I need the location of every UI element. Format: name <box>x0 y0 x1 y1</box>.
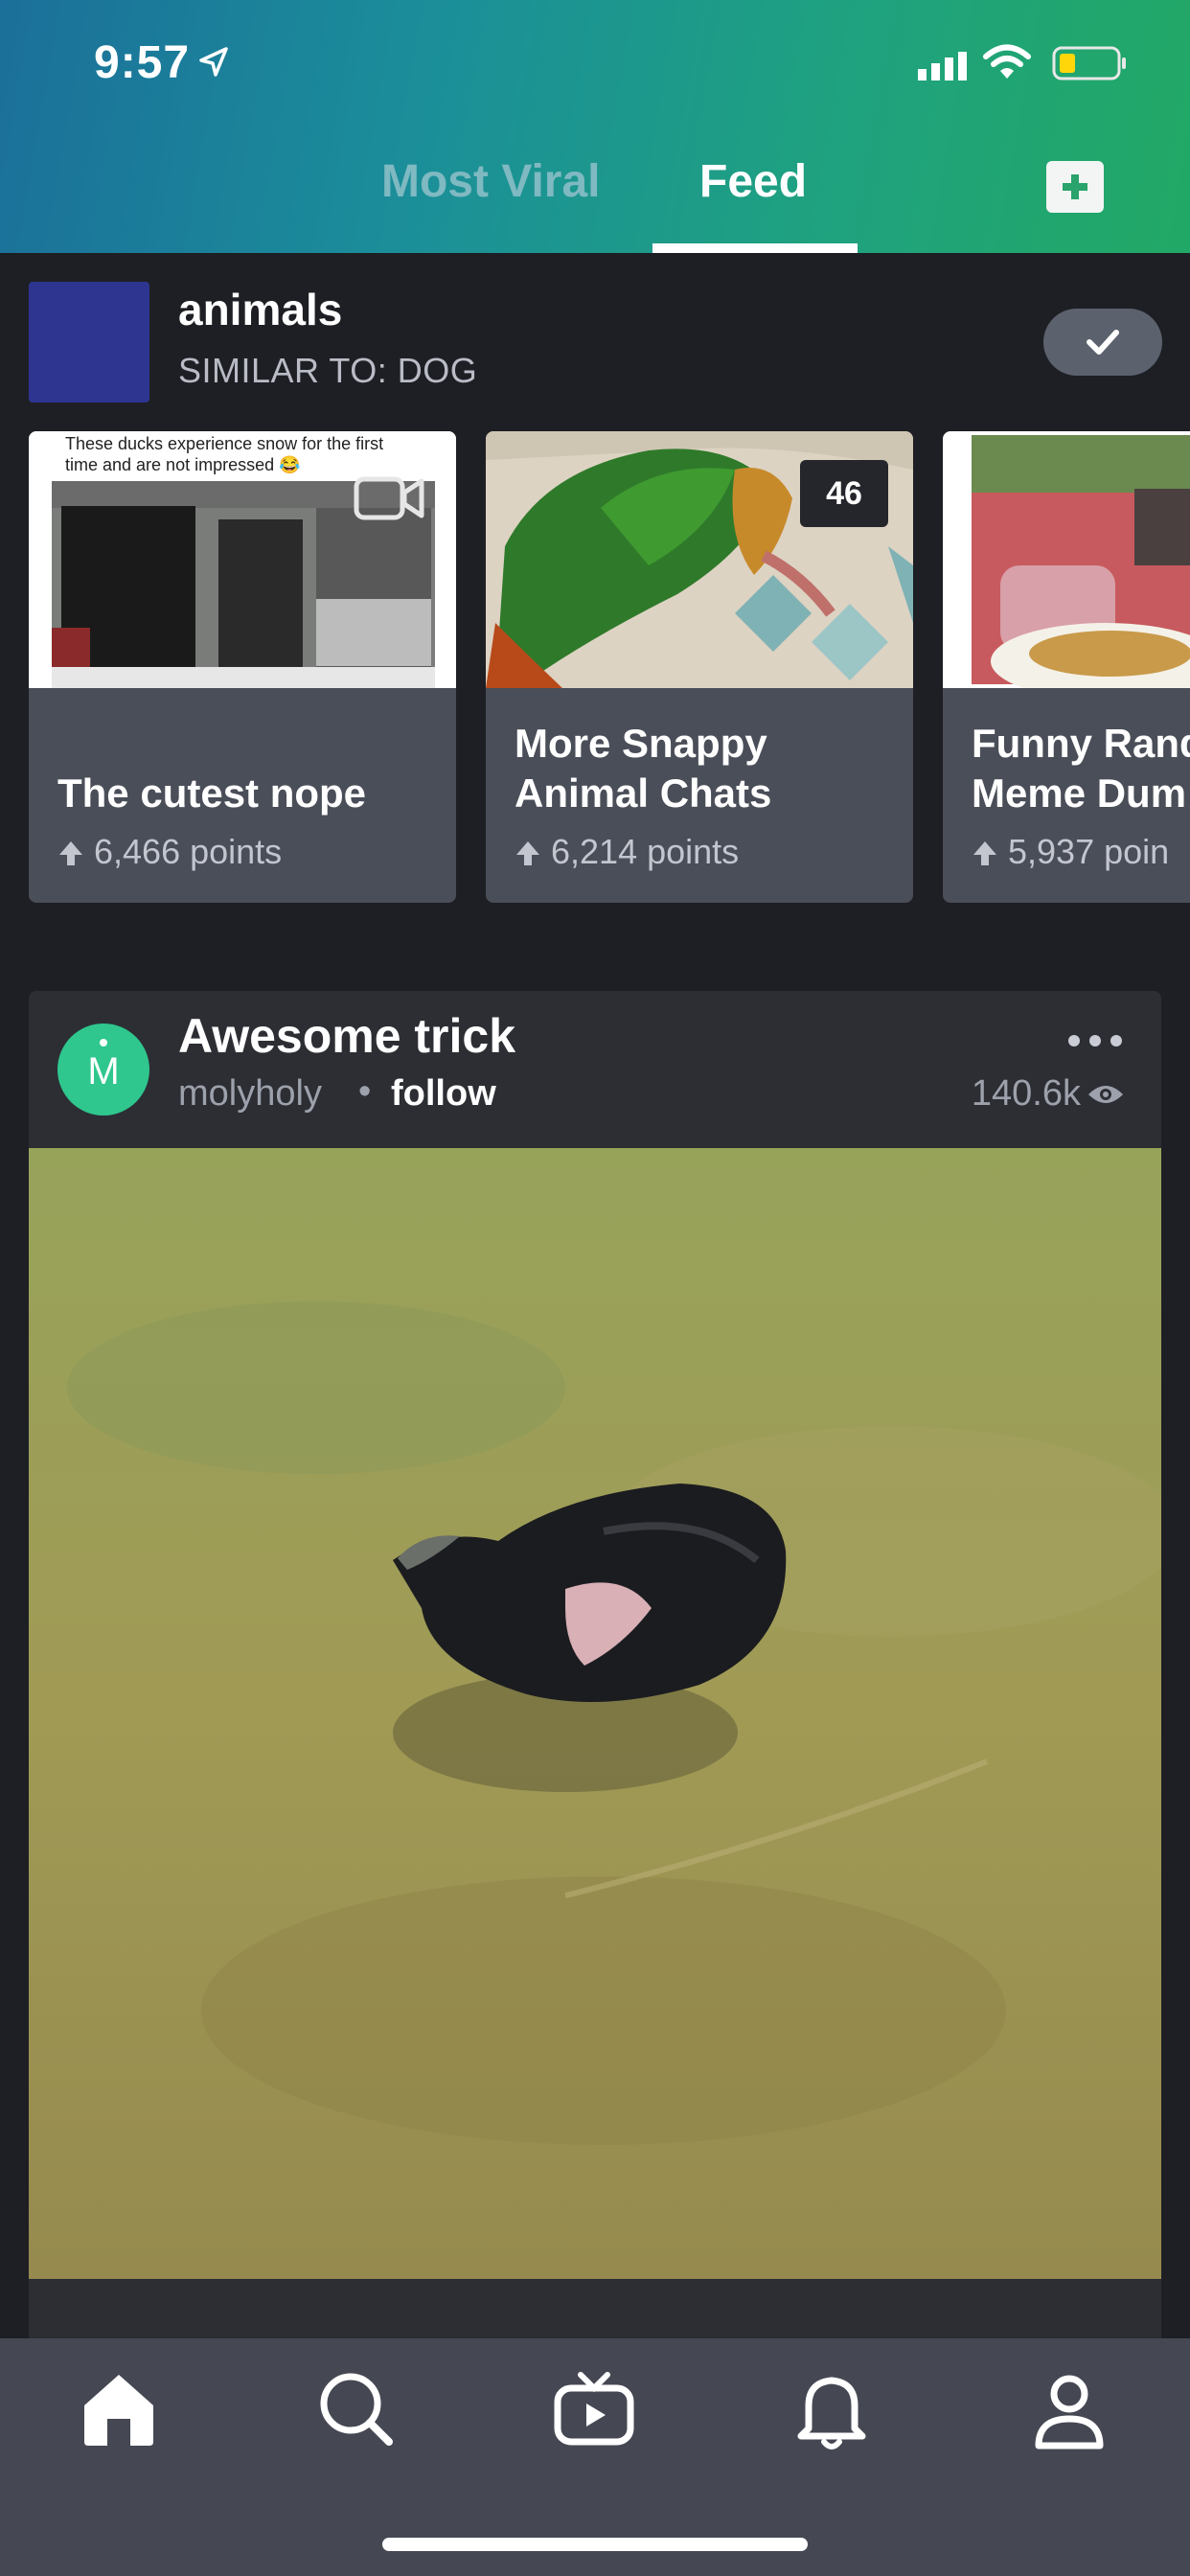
follow-button[interactable]: follow <box>391 1073 496 1115</box>
card-points: 6,466 points <box>57 832 282 872</box>
avatar[interactable]: M <box>57 1024 149 1116</box>
home-icon[interactable] <box>75 2365 163 2453</box>
card-title-line-1: Funny Rand <box>972 721 1190 766</box>
wifi-icon <box>983 44 1031 79</box>
card-thumbnail <box>943 431 1190 688</box>
gallery-card[interactable]: 46 More Snappy Animal Chats 6,214 points <box>486 431 913 903</box>
profile-icon[interactable] <box>1025 2365 1113 2453</box>
tab-feed[interactable]: Feed <box>699 155 807 208</box>
card-thumbnail: 46 <box>486 431 913 688</box>
eye-icon <box>1088 1086 1123 1103</box>
tag-similar-label: SIMILAR TO: DOG <box>178 351 478 390</box>
view-count: 140.6k <box>971 1073 1081 1114</box>
video-tv-icon[interactable] <box>550 2365 638 2453</box>
separator-dot: • <box>358 1071 372 1112</box>
cellular-signal-icon <box>918 52 967 80</box>
card-points: 5,937 poin <box>972 832 1169 872</box>
location-arrow-icon <box>199 47 228 77</box>
video-camera-icon <box>354 476 424 520</box>
upvote-arrow-icon <box>973 841 996 865</box>
bell-icon[interactable] <box>788 2365 876 2453</box>
active-tab-indicator <box>652 243 858 253</box>
home-indicator[interactable] <box>382 2538 808 2551</box>
post-author[interactable]: molyholy <box>178 1073 322 1115</box>
upvote-arrow-icon <box>516 841 539 865</box>
meme-image <box>943 431 1190 688</box>
top-header: 9:57 Most Viral Feed <box>0 0 1190 253</box>
gallery-card[interactable]: These ducks experience snow for the firs… <box>29 431 456 903</box>
add-post-button[interactable] <box>1046 161 1104 213</box>
grass-video-frame <box>29 1148 1161 2279</box>
status-time: 9:57 <box>94 37 191 88</box>
card-points-label: 6,214 points <box>551 832 740 871</box>
card-title-line-1: More Snappy <box>515 721 767 766</box>
upvote-arrow-icon <box>59 841 82 865</box>
plus-icon <box>1063 174 1087 199</box>
more-options-icon[interactable] <box>1067 1033 1123 1048</box>
checkmark-icon <box>1087 330 1119 355</box>
card-title-line-2: Meme Dum <box>972 770 1187 816</box>
battery-icon <box>1052 46 1126 80</box>
gallery-card[interactable]: Funny Rand Meme Dum 5,937 poin <box>943 431 1190 903</box>
post-video[interactable] <box>29 1148 1161 2279</box>
card-points-label: 5,937 poin <box>1008 832 1170 871</box>
tag-name[interactable]: animals <box>178 284 342 335</box>
card-points-label: 6,466 points <box>94 832 283 871</box>
post-title[interactable]: Awesome trick <box>178 1008 515 1064</box>
card-title: The cutest nope <box>57 770 367 816</box>
card-points: 6,214 points <box>515 832 739 872</box>
search-icon[interactable] <box>312 2365 400 2453</box>
tab-most-viral[interactable]: Most Viral <box>381 155 601 208</box>
image-count-badge: 46 <box>800 460 888 527</box>
tag-follow-toggle[interactable] <box>1043 309 1162 376</box>
card-thumbnail: These ducks experience snow for the firs… <box>29 431 456 688</box>
card-title-line-2: Animal Chats <box>515 770 772 816</box>
tag-thumbnail[interactable] <box>29 282 149 402</box>
